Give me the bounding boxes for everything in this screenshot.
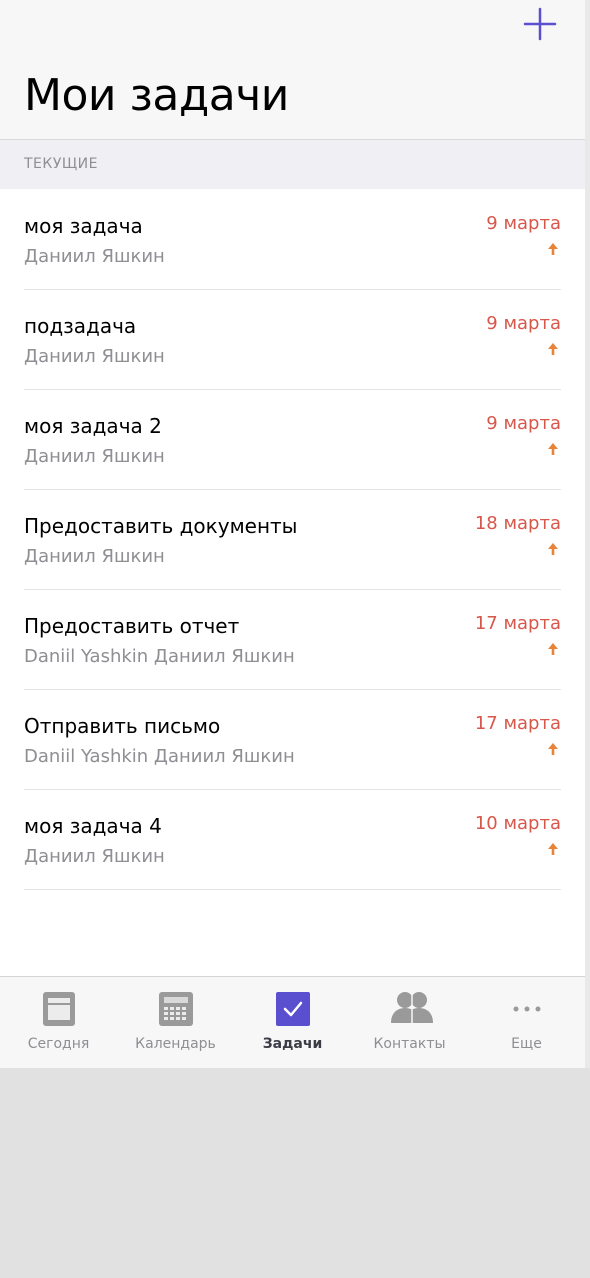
task-assignee: Даниил Яшкин [24, 546, 165, 567]
task-assignee: Даниил Яшкин [24, 846, 165, 867]
tab-contacts[interactable]: Контакты [351, 977, 468, 1068]
task-assignee: Даниил Яшкин [24, 446, 165, 467]
section-label: ТЕКУЩИЕ [24, 156, 98, 172]
arrow-up-icon [547, 842, 559, 856]
tab-tasks[interactable]: Задачи [234, 977, 351, 1068]
tab-label: Задачи [262, 1036, 323, 1052]
task-assignee: Daniil Yashkin Даниил Яшкин [24, 646, 295, 667]
tab-calendar[interactable]: Календарь [117, 977, 234, 1068]
calendar-icon [156, 989, 196, 1029]
section-header: ТЕКУЩИЕ [0, 140, 585, 189]
task-due-date: 18 марта [474, 513, 561, 534]
task-row[interactable]: Отправить письмо Daniil Yashkin Даниил Я… [0, 690, 585, 790]
tab-more[interactable]: Еще [468, 977, 585, 1068]
task-title: Предоставить отчет [24, 614, 240, 638]
arrow-up-icon [547, 442, 559, 456]
screen: Мои задачи ТЕКУЩИЕ моя задача Даниил Яшк… [0, 0, 585, 1068]
task-assignee: Даниил Яшкин [24, 346, 165, 367]
screen-edge [585, 0, 590, 1068]
task-row[interactable]: моя задача 4 Даниил Яшкин 10 марта [0, 790, 585, 890]
arrow-up-icon [547, 542, 559, 556]
header: Мои задачи [0, 0, 585, 140]
tab-label: Еще [511, 1036, 542, 1052]
tab-today[interactable]: Сегодня [0, 977, 117, 1068]
task-row[interactable]: моя задача Даниил Яшкин 9 марта [0, 190, 585, 290]
more-icon [507, 989, 547, 1029]
task-title: моя задача 2 [24, 414, 162, 438]
contacts-icon [390, 989, 433, 1029]
task-due-date: 9 марта [486, 313, 561, 334]
arrow-up-icon [547, 642, 559, 656]
task-assignee: Daniil Yashkin Даниил Яшкин [24, 746, 295, 767]
task-list: моя задача Даниил Яшкин 9 марта подзадач… [0, 190, 585, 890]
task-row[interactable]: подзадача Даниил Яшкин 9 марта [0, 290, 585, 390]
tab-label: Календарь [135, 1036, 216, 1052]
page-title: Мои задачи [24, 70, 289, 121]
tasks-checkbox-icon [273, 989, 313, 1029]
add-task-button[interactable] [522, 6, 558, 42]
task-assignee: Даниил Яшкин [24, 246, 165, 267]
arrow-up-icon [547, 342, 559, 356]
tab-label: Контакты [373, 1036, 446, 1052]
task-due-date: 17 марта [474, 613, 561, 634]
task-title: Отправить письмо [24, 714, 221, 738]
arrow-up-icon [547, 242, 559, 256]
tab-bar: Сегодня Календарь Задачи Контакты Еще [0, 976, 585, 1068]
task-title: подзадача [24, 314, 137, 338]
task-due-date: 9 марта [486, 213, 561, 234]
today-icon [39, 989, 79, 1029]
task-row[interactable]: моя задача 2 Даниил Яшкин 9 марта [0, 390, 585, 490]
arrow-up-icon [547, 742, 559, 756]
task-due-date: 9 марта [486, 413, 561, 434]
task-due-date: 10 марта [474, 813, 561, 834]
task-title: Предоставить документы [24, 514, 298, 538]
task-row[interactable]: Предоставить документы Даниил Яшкин 18 м… [0, 490, 585, 590]
plus-icon [523, 7, 557, 41]
task-title: моя задача 4 [24, 814, 162, 838]
task-title: моя задача [24, 214, 143, 238]
task-row[interactable]: Предоставить отчет Daniil Yashkin Даниил… [0, 590, 585, 690]
task-due-date: 17 марта [474, 713, 561, 734]
tab-label: Сегодня [27, 1036, 90, 1052]
